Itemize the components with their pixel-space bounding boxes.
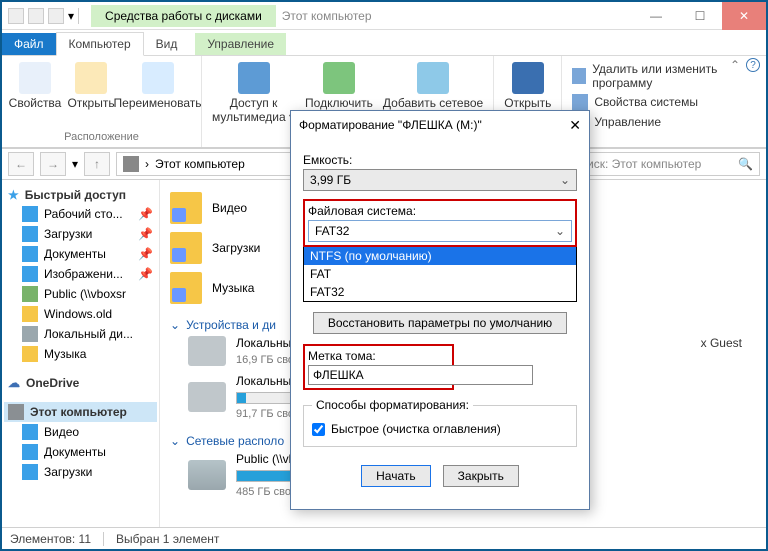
media-access-button[interactable]: Доступ кмультимедиа ▾ — [210, 60, 297, 127]
tab-file[interactable]: Файл — [2, 33, 56, 55]
chevron-down-icon: ⌄ — [170, 318, 180, 332]
nav-thispc[interactable]: Этот компьютер — [4, 402, 157, 422]
tab-computer[interactable]: Компьютер — [56, 32, 144, 56]
rename-button[interactable]: Переименовать — [122, 60, 193, 112]
back-button[interactable]: ← — [8, 152, 34, 176]
ribbon-tabs: Файл Компьютер Вид Управление ⌃ ? — [2, 30, 766, 56]
restore-defaults-button[interactable]: Восстановить параметры по умолчанию — [313, 312, 567, 334]
dialog-title: Форматирование "ФЛЕШКА (M:)" — [299, 118, 482, 132]
search-input[interactable]: иск: Этот компьютер 🔍 — [580, 152, 760, 176]
close-button[interactable]: ✕ — [722, 2, 766, 30]
nav-documents[interactable]: Документы 📌 — [4, 244, 157, 264]
qat-dropdown-icon[interactable]: ▾ — [68, 9, 74, 23]
disk-icon — [188, 336, 226, 366]
monitor-icon — [572, 94, 588, 110]
format-dialog: Форматирование "ФЛЕШКА (M:)" ✕ Емкость: … — [290, 110, 590, 510]
quick-format-input[interactable] — [312, 423, 325, 436]
maximize-button[interactable]: ☐ — [678, 2, 722, 30]
contextual-tab-label: Средства работы с дисками — [91, 5, 276, 27]
nav-images[interactable]: Изображени... 📌 — [4, 264, 157, 284]
qat-redo-icon[interactable] — [48, 8, 64, 24]
nav-video[interactable]: Видео — [4, 422, 157, 442]
uninstall-programs-link[interactable]: Удалить или изменить программу — [572, 62, 756, 90]
up-button[interactable]: ↑ — [84, 152, 110, 176]
methods-legend: Способы форматирования: — [312, 398, 473, 412]
status-elements: Элементов: 11 — [10, 532, 91, 546]
search-placeholder: иск: Этот компьютер — [587, 157, 701, 171]
format-methods-fieldset: Способы форматирования: Быстрое (очистка… — [303, 398, 577, 447]
quick-access-root[interactable]: ★ Быстрый доступ — [4, 186, 157, 204]
filesystem-dropdown-list: NTFS (по умолчанию) FAT FAT32 — [303, 247, 577, 302]
folder-icon — [170, 272, 202, 304]
fs-option-fat[interactable]: FAT — [304, 265, 576, 283]
box-icon — [572, 68, 586, 84]
breadcrumb-root[interactable]: Этот компьютер — [155, 157, 245, 171]
status-bar: Элементов: 11 Выбран 1 элемент — [2, 527, 766, 549]
recent-dropdown-icon[interactable]: ▾ — [72, 157, 78, 171]
filesystem-label: Файловая система: — [308, 204, 572, 218]
chevron-down-icon: ⌄ — [555, 224, 565, 238]
open-button[interactable]: Открыть — [66, 60, 116, 112]
properties-button[interactable]: Свойства — [10, 60, 60, 112]
nav-documents2[interactable]: Документы — [4, 442, 157, 462]
connect-button[interactable]: Подключить — [303, 60, 375, 112]
status-selected: Выбран 1 элемент — [116, 532, 219, 546]
cloud-icon: ☁ — [8, 376, 20, 390]
start-button[interactable]: Начать — [361, 465, 431, 487]
quick-format-label: Быстрое (очистка оглавления) — [331, 422, 501, 436]
chevron-down-icon: ⌄ — [170, 434, 180, 448]
folder-icon — [170, 192, 202, 224]
guest-hint: x Guest — [701, 336, 742, 350]
fs-option-fat32[interactable]: FAT32 — [304, 283, 576, 301]
nav-windowsold[interactable]: Windows.old — [4, 304, 157, 324]
chevron-down-icon: ⌄ — [560, 173, 570, 187]
capacity-select[interactable]: 3,99 ГБ⌄ — [303, 169, 577, 191]
quick-access-toolbar: ▾ — [2, 8, 85, 24]
window-title: Этот компьютер — [276, 9, 378, 23]
window-titlebar: ▾ Средства работы с дисками Этот компьют… — [2, 2, 766, 30]
filesystem-select[interactable]: FAT32⌄ — [308, 220, 572, 242]
nav-downloads[interactable]: Загрузки 📌 — [4, 224, 157, 244]
add-network-button[interactable]: Добавить сетевое — [381, 60, 485, 112]
tab-view[interactable]: Вид — [144, 33, 190, 55]
app-icon — [8, 8, 24, 24]
dialog-close-button[interactable]: ✕ — [569, 117, 581, 134]
fs-option-ntfs[interactable]: NTFS (по умолчанию) — [304, 247, 576, 265]
forward-button[interactable]: → — [40, 152, 66, 176]
folder-icon — [170, 232, 202, 264]
volume-label-input[interactable] — [308, 365, 533, 385]
ribbon-collapse-icon[interactable]: ⌃ — [730, 58, 740, 72]
search-icon[interactable]: 🔍 — [738, 157, 753, 171]
quick-format-checkbox[interactable]: Быстрое (очистка оглавления) — [312, 422, 568, 436]
network-disk-icon — [188, 460, 226, 490]
nav-desktop[interactable]: Рабочий сто... 📌 — [4, 204, 157, 224]
ribbon-help-icon[interactable]: ? — [746, 58, 760, 72]
volume-label-label: Метка тома: — [308, 349, 449, 363]
close-button[interactable]: Закрыть — [443, 465, 519, 487]
nav-localdisk[interactable]: Локальный ди... — [4, 324, 157, 344]
disk-icon — [188, 382, 226, 412]
nav-onedrive[interactable]: ☁ OneDrive — [4, 374, 157, 392]
qat-undo-icon[interactable] — [28, 8, 44, 24]
nav-music[interactable]: Музыка — [4, 344, 157, 364]
navigation-pane: ★ Быстрый доступ Рабочий сто... 📌 Загруз… — [2, 180, 160, 527]
nav-downloads2[interactable]: Загрузки — [4, 462, 157, 482]
ribbon-group-location: Расположение — [10, 131, 193, 143]
nav-public[interactable]: Public (\\vboxsr — [4, 284, 157, 304]
tab-control[interactable]: Управление — [195, 33, 286, 55]
thispc-icon — [123, 156, 139, 172]
minimize-button[interactable]: — — [634, 2, 678, 30]
system-properties-link[interactable]: Свойства системы — [572, 94, 756, 110]
open2-button[interactable]: Открыть — [502, 60, 553, 112]
management-link[interactable]: Управление — [572, 114, 756, 130]
capacity-label: Емкость: — [303, 153, 577, 167]
